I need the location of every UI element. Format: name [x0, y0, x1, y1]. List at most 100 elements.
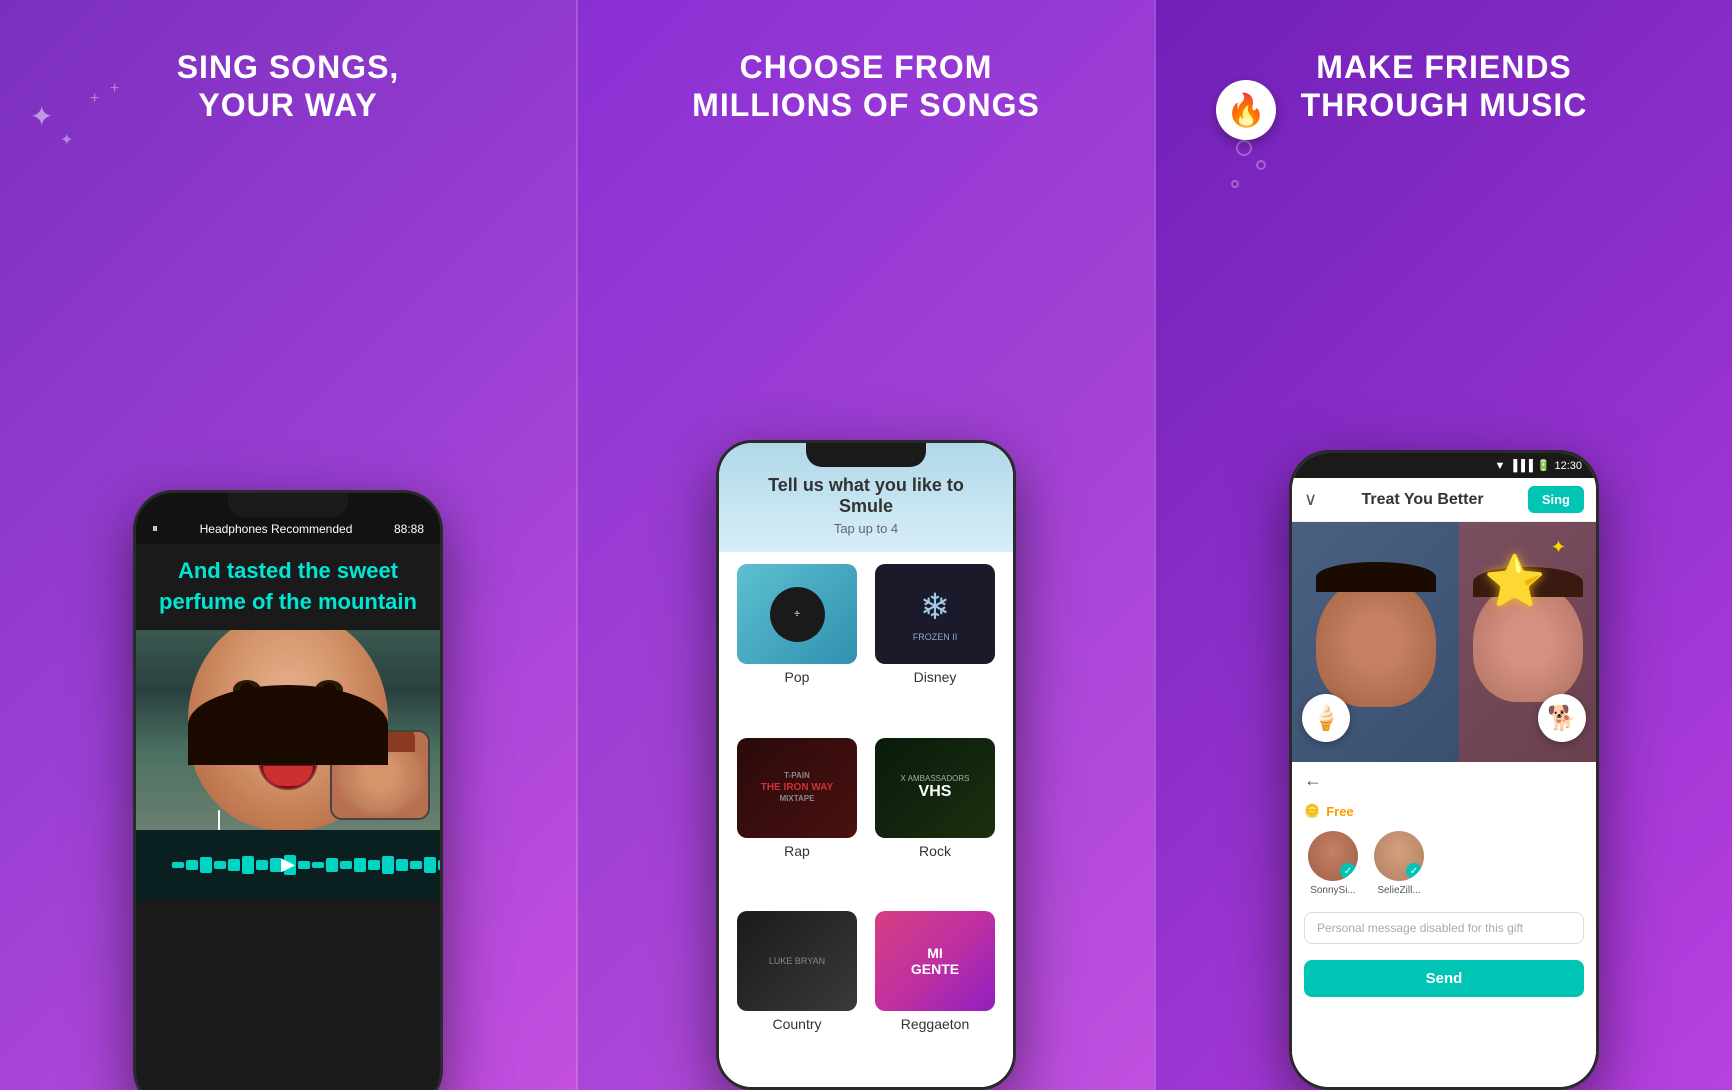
- user-1-avatar: ✓: [1308, 831, 1358, 881]
- genre-header-subtitle: Tap up to 4: [739, 521, 993, 536]
- timer-display: 88:88: [394, 522, 424, 536]
- genre-header-title: Tell us what you like to Smule: [739, 475, 993, 517]
- vhs-album: X AMBASSADORS VHS: [875, 738, 995, 838]
- star-deco-3: +: [90, 90, 99, 108]
- battery-icon: 🔋: [1537, 459, 1551, 472]
- message-input[interactable]: Personal message disabled for this gift: [1304, 912, 1584, 944]
- back-button[interactable]: ←: [1292, 762, 1596, 799]
- user-1-check: ✓: [1340, 863, 1356, 879]
- left-singer-hair: [1316, 562, 1436, 592]
- wave-bars: [172, 845, 338, 885]
- star-deco-2: ✦: [60, 130, 73, 150]
- earphone-wire: [218, 810, 220, 830]
- genre-pop[interactable]: ÷ Pop: [733, 564, 861, 728]
- disney-album-art: ❄ FROZEN II: [875, 564, 995, 664]
- genre-grid: ÷ Pop ❄ FROZEN II Disney: [719, 552, 1013, 1087]
- phone-3: ▼ ▐▐▐ 🔋 12:30 ∨ Treat You Better Sing: [1289, 450, 1599, 1090]
- send-button[interactable]: Send: [1304, 960, 1584, 997]
- phone-2-screen: Tell us what you like to Smule Tap up to…: [719, 443, 1013, 1087]
- singer-face-bg: [136, 630, 440, 830]
- signal-icon: ▐▐▐: [1509, 460, 1532, 472]
- pop-album-art: ÷: [737, 564, 857, 664]
- lyrics-line1: And tasted the sweet: [156, 556, 420, 587]
- user-1-wrap[interactable]: ✓ SonnySi...: [1308, 831, 1358, 896]
- star-burst-decoration: ⭐: [1484, 552, 1546, 611]
- users-row: ✓ SonnySi... ✓ SelieZill...: [1292, 823, 1596, 904]
- panel-1-title: SING SONGS, YOUR WAY: [177, 48, 400, 125]
- emoji-bubble-dog: 🐕: [1538, 694, 1586, 742]
- iron-way-album: T-PAIN THE IRON WAY MIXTAPE: [737, 738, 857, 838]
- phone-3-screen: ▼ ▐▐▐ 🔋 12:30 ∨ Treat You Better Sing: [1292, 453, 1596, 1087]
- coin-icon: 🪙: [1304, 803, 1320, 819]
- duet-video-area: 🍦 🐕 ⭐ ✦ ✦ ✦: [1292, 522, 1596, 762]
- country-album-text: LUKE BRYAN: [769, 956, 825, 966]
- singer-hair: [188, 685, 388, 765]
- phone-notch: [228, 493, 348, 517]
- phone3-status-bar: ▼ ▐▐▐ 🔋 12:30: [1292, 453, 1596, 478]
- frozen-label: FROZEN II: [913, 632, 958, 642]
- phone3-top-bar: ∨ Treat You Better Sing: [1292, 478, 1596, 522]
- reggaeton-label: Reggaeton: [901, 1016, 970, 1032]
- small-star-1: ✦: [1551, 537, 1566, 558]
- user-1-name: SonnySi...: [1310, 885, 1356, 896]
- mi-gente-album: MIGENTE: [875, 911, 995, 1011]
- waveform: ▶: [136, 830, 440, 900]
- luke-bryan-album: LUKE BRYAN: [737, 911, 857, 1011]
- pause-icon: ⏸: [152, 521, 158, 536]
- fire-emoji-decoration: 🔥: [1216, 80, 1276, 140]
- wave-bars-container: ▶: [152, 845, 424, 885]
- back-icon: ←: [1304, 770, 1322, 791]
- rap-album-text: T-PAIN THE IRON WAY MIXTAPE: [761, 771, 833, 805]
- star-deco-4: +: [110, 80, 119, 98]
- wifi-icon: ▼: [1494, 460, 1505, 472]
- status-time: 12:30: [1554, 460, 1582, 472]
- phone-2-wrap: Tell us what you like to Smule Tap up to…: [716, 440, 1016, 1090]
- panel-sing-songs: ✦ ✦ + + SING SONGS, YOUR WAY ⏸ Headphone…: [0, 0, 576, 1090]
- genre-rock[interactable]: X AMBASSADORS VHS Rock: [871, 738, 999, 902]
- phone-1: ⏸ Headphones Recommended 88:88 And taste…: [133, 490, 443, 1090]
- panel-2-title: CHOOSE FROM MILLIONS OF SONGS: [692, 48, 1040, 125]
- user-2-avatar: ✓: [1374, 831, 1424, 881]
- wave-bars-2: [340, 845, 443, 885]
- genre-rap[interactable]: T-PAIN THE IRON WAY MIXTAPE Rap: [733, 738, 861, 902]
- lyrics-line2: perfume of the mountain: [156, 587, 420, 618]
- dropdown-icon[interactable]: ∨: [1304, 489, 1317, 510]
- free-label-row: 🪙 Free: [1292, 799, 1596, 823]
- star-icon: ⭐: [1484, 553, 1546, 609]
- genre-disney[interactable]: ❄ FROZEN II Disney: [871, 564, 999, 728]
- lyrics-display: And tasted the sweet perfume of the moun…: [136, 544, 440, 630]
- country-album-art: LUKE BRYAN: [737, 911, 857, 1011]
- phone-2: Tell us what you like to Smule Tap up to…: [716, 440, 1016, 1090]
- divide-album: ÷: [737, 564, 857, 664]
- panel-millions-songs: CHOOSE FROM MILLIONS OF SONGS Tell us wh…: [576, 0, 1156, 1090]
- rock-album-art: X AMBASSADORS VHS: [875, 738, 995, 838]
- country-label: Country: [772, 1016, 821, 1032]
- circle-deco-1: [1236, 140, 1252, 156]
- play-icon[interactable]: ▶: [281, 854, 295, 875]
- left-singer-avatar: [1316, 577, 1436, 707]
- phone-3-wrap: ▼ ▐▐▐ 🔋 12:30 ∨ Treat You Better Sing: [1289, 450, 1599, 1090]
- frozen-album: ❄ FROZEN II: [875, 564, 995, 664]
- sing-button[interactable]: Sing: [1528, 486, 1584, 513]
- phone3-bottom-section: ← 🪙 Free ✓: [1292, 762, 1596, 1087]
- panel-make-friends: 🔥 MAKE FRIENDS THROUGH MUSIC ▼ ▐▐▐ 🔋 12:…: [1156, 0, 1732, 1090]
- free-label: Free: [1326, 804, 1353, 819]
- genre-country[interactable]: LUKE BRYAN Country: [733, 911, 861, 1075]
- phone-1-screen: ⏸ Headphones Recommended 88:88 And taste…: [136, 493, 440, 900]
- reggaeton-album-text: MIGENTE: [911, 945, 959, 977]
- star-deco-1: ✦: [30, 100, 53, 133]
- rap-album-art: T-PAIN THE IRON WAY MIXTAPE: [737, 738, 857, 838]
- reggaeton-album-art: MIGENTE: [875, 911, 995, 1011]
- genre-reggaeton[interactable]: MIGENTE Reggaeton: [871, 911, 999, 1075]
- divide-circle: ÷: [770, 587, 825, 642]
- headphones-label: Headphones Recommended: [200, 522, 353, 536]
- user-2-name: SelieZill...: [1377, 885, 1420, 896]
- rock-label: Rock: [919, 843, 951, 859]
- phone-2-notch: [806, 443, 926, 467]
- rap-label: Rap: [784, 843, 810, 859]
- disney-label: Disney: [914, 669, 957, 685]
- circle-deco-3: [1231, 180, 1239, 188]
- emoji-bubble-icecream: 🍦: [1302, 694, 1350, 742]
- user-2-wrap[interactable]: ✓ SelieZill...: [1374, 831, 1424, 896]
- panel-3-title: MAKE FRIENDS THROUGH MUSIC: [1301, 48, 1588, 125]
